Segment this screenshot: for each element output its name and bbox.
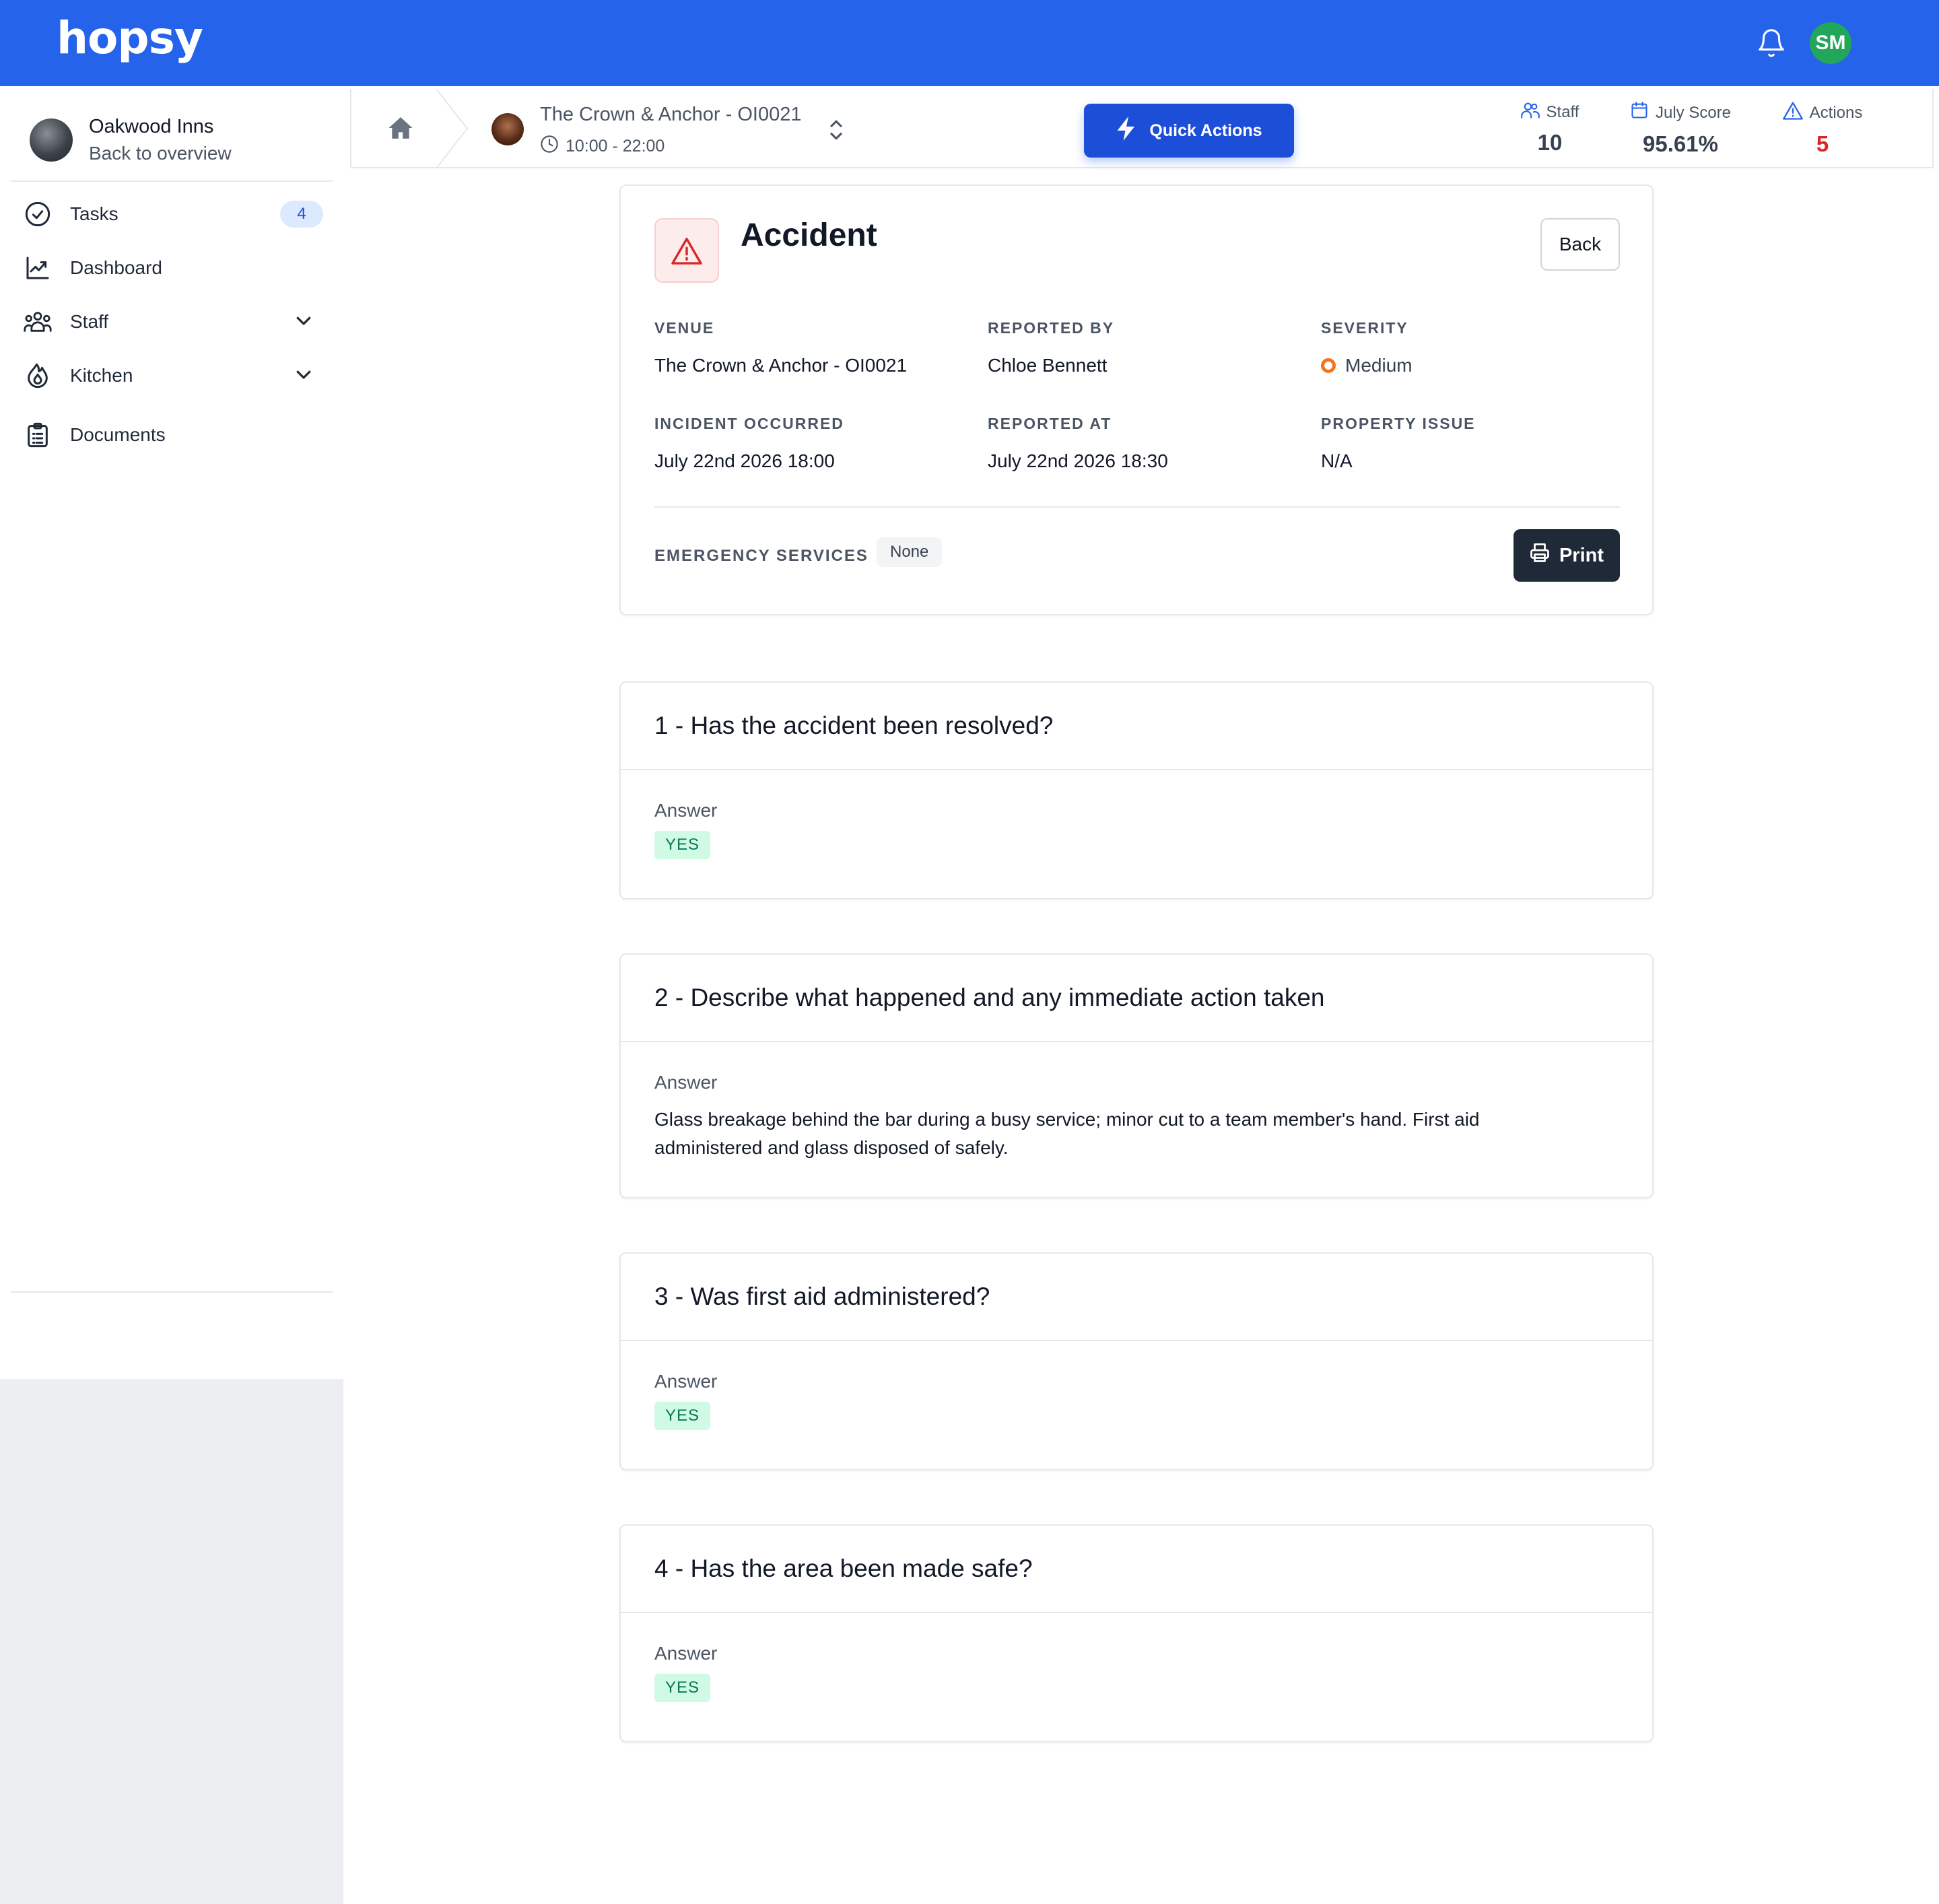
sidebar-item-documents[interactable]: Documents: [23, 413, 323, 456]
back-to-overview-link[interactable]: Back to overview: [89, 140, 232, 167]
sidebar-item-kitchen[interactable]: Kitchen: [23, 354, 323, 397]
tasks-count-badge: 4: [280, 201, 323, 228]
chevron-down-icon[interactable]: [294, 310, 314, 334]
bell-icon[interactable]: [1756, 27, 1787, 59]
sidebar-item-dashboard[interactable]: Dashboard: [23, 246, 323, 290]
field-severity: SEVERITY Medium: [1321, 319, 1413, 376]
sidebar-divider: [11, 1291, 333, 1293]
users-icon: [23, 307, 53, 337]
top-bar: hopsy SM: [0, 0, 1939, 86]
answer-badge: YES: [654, 831, 711, 859]
emergency-services-label: EMERGENCY SERVICES: [654, 547, 869, 565]
org-avatar: [30, 118, 73, 162]
question-card: 3 - Was first aid administered? Answer Y…: [619, 1252, 1654, 1470]
sidebar-footer-area: [0, 1379, 343, 1904]
sidebar-item-tasks[interactable]: Tasks 4: [23, 193, 323, 236]
print-label: Print: [1559, 544, 1604, 566]
quick-actions-label: Quick Actions: [1149, 121, 1262, 140]
answer-label: Answer: [654, 800, 718, 821]
stat-label: Staff: [1546, 102, 1579, 121]
stat-label: July Score: [1655, 103, 1732, 122]
field-value: Chloe Bennett: [988, 355, 1108, 376]
field-reported-by: REPORTED BY Chloe Bennett: [988, 319, 1114, 376]
check-circle-icon: [23, 199, 53, 229]
printer-icon: [1530, 543, 1550, 568]
question-card: 4 - Has the area been made safe? Answer …: [619, 1524, 1654, 1742]
quick-actions-button[interactable]: Quick Actions: [1084, 104, 1294, 158]
app-logo[interactable]: hopsy: [57, 12, 203, 64]
field-value: The Crown & Anchor - OI0021: [654, 355, 908, 376]
org-switcher[interactable]: Oakwood Inns Back to overview: [30, 113, 232, 167]
answer-label: Answer: [654, 1072, 718, 1093]
sidebar-item-label: Tasks: [70, 203, 118, 224]
breadcrumb-separator: [436, 88, 470, 172]
question-title: 3 - Was first aid administered?: [654, 1283, 990, 1310]
sidebar-divider: [11, 180, 333, 182]
calendar-icon: [1630, 101, 1649, 125]
incident-title: Accident: [741, 217, 877, 253]
incident-card: Accident Back VENUE The Crown & Anchor -…: [619, 184, 1654, 615]
field-label: PROPERTY ISSUE: [1321, 415, 1476, 432]
print-button[interactable]: Print: [1513, 529, 1620, 582]
stat-value: 95.61%: [1643, 131, 1718, 156]
stat-label: Actions: [1809, 103, 1863, 122]
field-venue: VENUE The Crown & Anchor - OI0021: [654, 319, 907, 376]
chart-line-icon: [23, 253, 53, 283]
answer-label: Answer: [654, 1371, 718, 1392]
lightning-icon: [1116, 116, 1137, 145]
clock-icon: [540, 135, 559, 158]
sidebar-item-label: Staff: [70, 311, 109, 332]
field-value: July 22nd 2026 18:30: [988, 450, 1168, 471]
org-name: Oakwood Inns: [89, 116, 214, 137]
card-divider: [654, 506, 1620, 508]
field-reported-at: REPORTED AT July 22nd 2026 18:30: [988, 415, 1168, 472]
venue-hours: 10:00 - 22:00: [540, 135, 665, 158]
venue-name[interactable]: The Crown & Anchor - OI0021: [540, 104, 801, 126]
answer-badge: YES: [654, 1674, 711, 1702]
stat-staff[interactable]: Staff 10: [1509, 101, 1590, 156]
venue-hours-text: 10:00 - 22:00: [566, 137, 665, 156]
field-property-issue: PROPERTY ISSUE N/A: [1321, 415, 1476, 472]
chevron-up-down-icon[interactable]: [828, 118, 844, 145]
field-label: REPORTED AT: [988, 415, 1112, 432]
question-title: 4 - Has the area been made safe?: [654, 1555, 1033, 1582]
clipboard-icon: [23, 420, 53, 450]
field-value: July 22nd 2026 18:00: [654, 450, 835, 471]
severity-dot: [1321, 358, 1336, 373]
answer-badge: YES: [654, 1402, 711, 1430]
severity-value: Medium: [1345, 355, 1413, 376]
stat-july-score[interactable]: July Score 95.61%: [1619, 101, 1742, 157]
sidebar-item-label: Documents: [70, 424, 166, 445]
field-value: N/A: [1321, 450, 1353, 471]
question-card: 2 - Describe what happened and any immed…: [619, 953, 1654, 1198]
stat-value: 10: [1537, 130, 1563, 155]
venue-avatar: [491, 113, 524, 145]
sidebar-item-staff[interactable]: Staff: [23, 300, 323, 343]
home-icon[interactable]: [388, 116, 413, 143]
user-avatar[interactable]: SM: [1810, 22, 1851, 64]
warning-icon: [654, 218, 719, 283]
answer-label: Answer: [654, 1643, 718, 1664]
flame-icon: [23, 361, 53, 390]
stat-value: 5: [1816, 131, 1829, 156]
field-label: VENUE: [654, 319, 715, 337]
warning-icon: [1782, 101, 1803, 125]
field-incident-occurred: INCIDENT OCCURRED July 22nd 2026 18:00: [654, 415, 844, 472]
users-icon: [1520, 101, 1540, 123]
stat-actions[interactable]: Actions 5: [1772, 101, 1873, 157]
sidebar-item-label: Kitchen: [70, 365, 133, 386]
emergency-services-badge: None: [877, 537, 943, 567]
field-label: REPORTED BY: [988, 319, 1115, 337]
venue-header: The Crown & Anchor - OI0021 10:00 - 22:0…: [350, 88, 1934, 169]
field-label: SEVERITY: [1321, 319, 1408, 337]
back-button[interactable]: Back: [1540, 218, 1620, 271]
answer-text: Glass breakage behind the bar during a b…: [654, 1109, 1480, 1158]
sidebar-item-label: Dashboard: [70, 257, 162, 278]
question-title: 1 - Has the accident been resolved?: [654, 712, 1054, 739]
chevron-down-icon[interactable]: [294, 364, 314, 388]
sidebar: Oakwood Inns Back to overview Tasks 4 Da…: [0, 86, 343, 1379]
field-label: INCIDENT OCCURRED: [654, 415, 844, 432]
question-card: 1 - Has the accident been resolved? Answ…: [619, 681, 1654, 899]
question-title: 2 - Describe what happened and any immed…: [654, 984, 1325, 1011]
